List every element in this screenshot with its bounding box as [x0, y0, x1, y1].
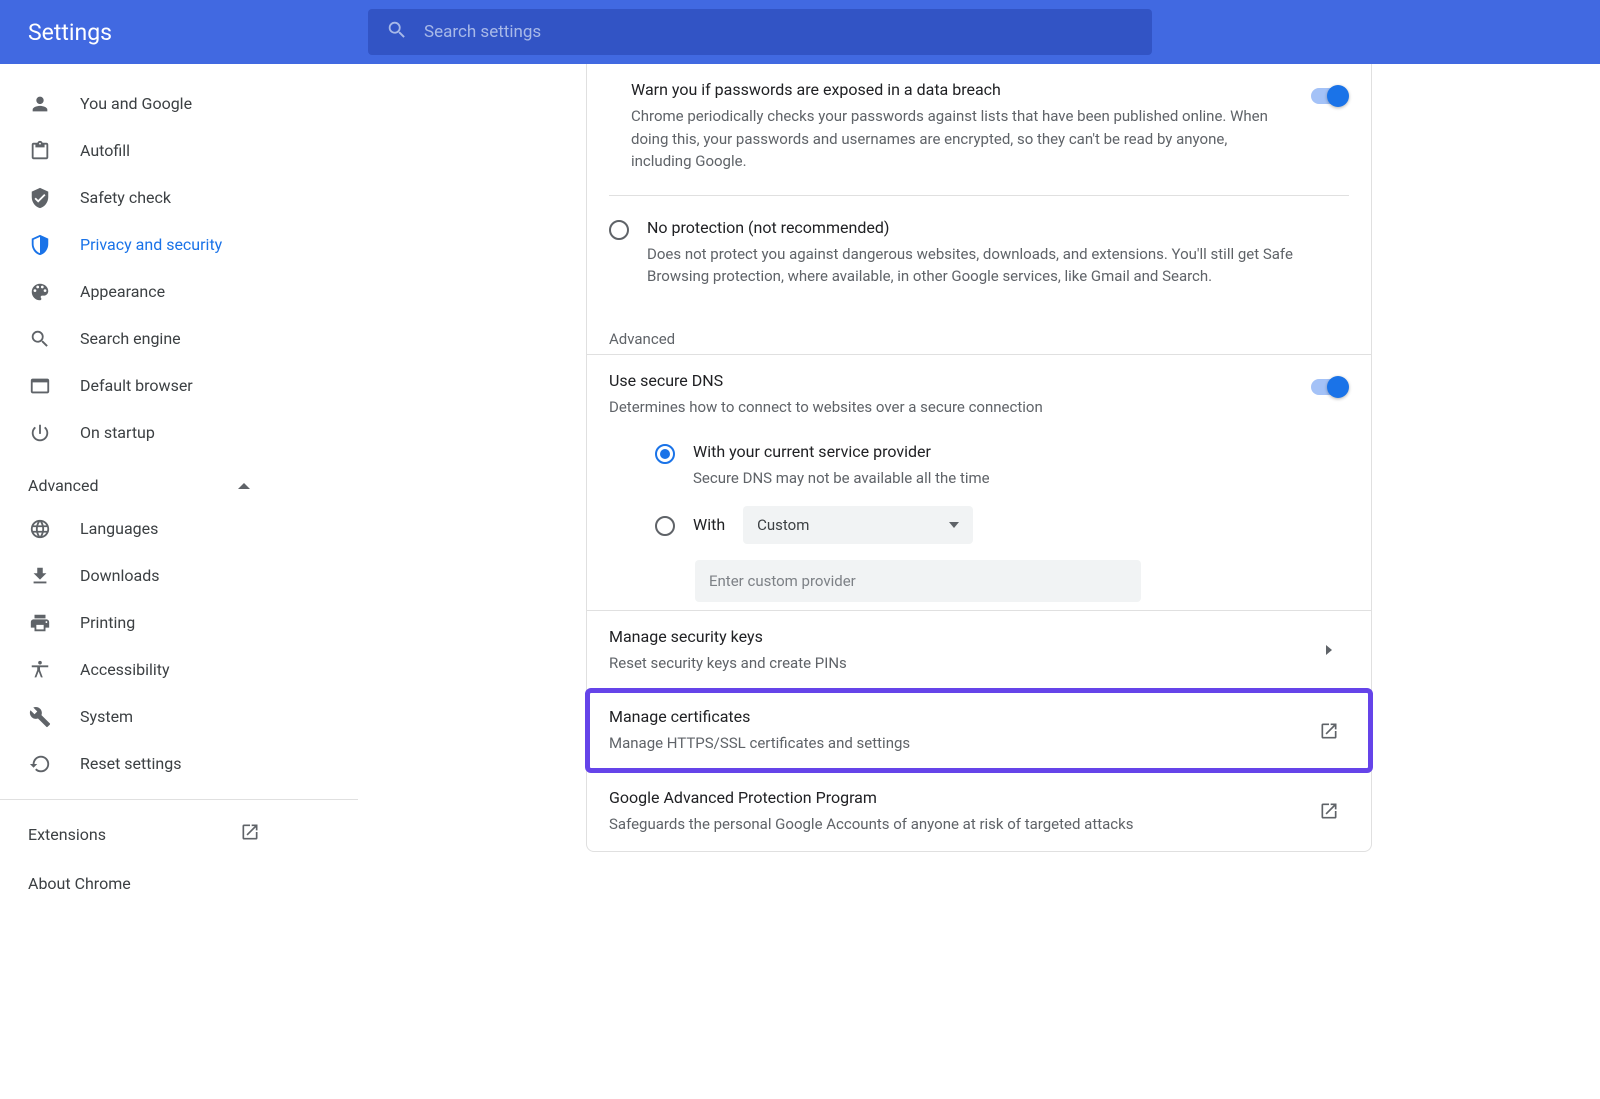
row-password-breach: Warn you if passwords are exposed in a d… [587, 64, 1371, 189]
row-title: Manage certificates [609, 707, 1309, 726]
chevron-up-icon [238, 483, 250, 489]
reset-icon [28, 752, 52, 776]
globe-icon [28, 517, 52, 541]
radio-current-provider[interactable] [655, 444, 675, 464]
row-advanced-protection[interactable]: Google Advanced Protection Program Safeg… [587, 771, 1371, 852]
custom-dns-input[interactable] [695, 560, 1141, 602]
sidebar-item-label: Languages [80, 519, 158, 538]
row-desc: Manage HTTPS/SSL certificates and settin… [609, 732, 1309, 755]
sidebar: You and Google Autofill Safety check Pri… [0, 64, 358, 907]
sidebar-item-label: Printing [80, 613, 135, 632]
sidebar-item-label: Safety check [80, 188, 171, 207]
sidebar-item-on-startup[interactable]: On startup [0, 409, 358, 456]
sidebar-item-label: On startup [80, 423, 155, 442]
sidebar-item-downloads[interactable]: Downloads [0, 552, 358, 599]
sidebar-item-label: Privacy and security [80, 235, 222, 254]
dns-option-custom[interactable]: With Custom [633, 498, 1371, 552]
power-icon [28, 421, 52, 445]
open-external-icon [240, 822, 260, 846]
sidebar-item-label: System [80, 707, 133, 726]
person-icon [28, 92, 52, 116]
dns-option-current-provider[interactable]: With your current service provider Secur… [633, 434, 1371, 498]
row-manage-security-keys[interactable]: Manage security keys Reset security keys… [587, 610, 1371, 691]
row-desc: Does not protect you against dangerous w… [647, 243, 1349, 288]
dropdown-value: Custom [757, 516, 809, 534]
row-title: Use secure DNS [609, 371, 1291, 390]
printer-icon [28, 611, 52, 635]
sidebar-item-label: Appearance [80, 282, 165, 301]
sidebar-item-label: Accessibility [80, 660, 170, 679]
sidebar-item-languages[interactable]: Languages [0, 505, 358, 552]
search-bar[interactable] [368, 9, 1152, 55]
search-icon [386, 19, 408, 45]
sidebar-item-extensions[interactable]: Extensions [0, 808, 358, 860]
radio-no-protection[interactable] [609, 220, 629, 240]
sidebar-item-about-chrome[interactable]: About Chrome [0, 860, 358, 907]
page-title: Settings [28, 19, 348, 46]
sidebar-item-autofill[interactable]: Autofill [0, 127, 358, 174]
main-content: Warn you if passwords are exposed in a d… [358, 64, 1600, 907]
sidebar-item-accessibility[interactable]: Accessibility [0, 646, 358, 693]
dns-provider-dropdown[interactable]: Custom [743, 506, 973, 544]
row-title: No protection (not recommended) [647, 218, 1349, 237]
browser-icon [28, 374, 52, 398]
sidebar-item-printing[interactable]: Printing [0, 599, 358, 646]
sidebar-item-label: You and Google [80, 94, 192, 113]
sidebar-item-label: Default browser [80, 376, 193, 395]
wrench-icon [28, 705, 52, 729]
extensions-label: Extensions [28, 825, 106, 844]
option-title: With your current service provider [693, 442, 1349, 461]
sidebar-item-safety-check[interactable]: Safety check [0, 174, 358, 221]
chevron-right-icon [1326, 645, 1332, 655]
shield-icon [28, 233, 52, 257]
divider [609, 195, 1349, 196]
sidebar-item-search-engine[interactable]: Search engine [0, 315, 358, 362]
open-external-icon [1309, 801, 1349, 821]
radio-custom-provider[interactable] [655, 516, 675, 536]
sidebar-item-appearance[interactable]: Appearance [0, 268, 358, 315]
sidebar-item-system[interactable]: System [0, 693, 358, 740]
password-breach-toggle[interactable] [1311, 88, 1347, 104]
clipboard-icon [28, 139, 52, 163]
sidebar-item-privacy-security[interactable]: Privacy and security [0, 221, 358, 268]
divider [0, 799, 358, 800]
advanced-section-label: Advanced [587, 304, 1371, 354]
chevron-down-icon [949, 522, 959, 528]
search-input[interactable] [424, 22, 1134, 42]
row-title: Manage security keys [609, 627, 1309, 646]
accessibility-icon [28, 658, 52, 682]
advanced-section-label: Advanced [28, 476, 99, 495]
sidebar-advanced-toggle[interactable]: Advanced [0, 456, 358, 505]
about-chrome-label: About Chrome [28, 874, 131, 893]
sidebar-item-label: Downloads [80, 566, 159, 585]
secure-dns-toggle[interactable] [1311, 379, 1347, 395]
row-desc: Safeguards the personal Google Accounts … [609, 813, 1309, 836]
option-desc: Secure DNS may not be available all the … [693, 467, 1349, 490]
palette-icon [28, 280, 52, 304]
search-icon [28, 327, 52, 351]
app-header: Settings [0, 0, 1600, 64]
row-desc: Reset security keys and create PINs [609, 652, 1309, 675]
sidebar-item-you-and-google[interactable]: You and Google [0, 80, 358, 127]
row-desc: Chrome periodically checks your password… [631, 105, 1291, 173]
sidebar-item-default-browser[interactable]: Default browser [0, 362, 358, 409]
row-secure-dns: Use secure DNS Determines how to connect… [587, 354, 1371, 435]
row-no-protection[interactable]: No protection (not recommended) Does not… [587, 202, 1371, 304]
open-external-icon [1309, 721, 1349, 741]
sidebar-item-label: Search engine [80, 329, 181, 348]
row-title: Warn you if passwords are exposed in a d… [631, 80, 1291, 99]
sidebar-item-reset-settings[interactable]: Reset settings [0, 740, 358, 787]
sidebar-item-label: Reset settings [80, 754, 181, 773]
sidebar-item-label: Autofill [80, 141, 130, 160]
row-title: Google Advanced Protection Program [609, 788, 1309, 807]
shield-check-icon [28, 186, 52, 210]
row-desc: Determines how to connect to websites ov… [609, 396, 1291, 419]
download-icon [28, 564, 52, 588]
with-label: With [693, 515, 725, 534]
row-manage-certificates[interactable]: Manage certificates Manage HTTPS/SSL cer… [587, 690, 1371, 771]
